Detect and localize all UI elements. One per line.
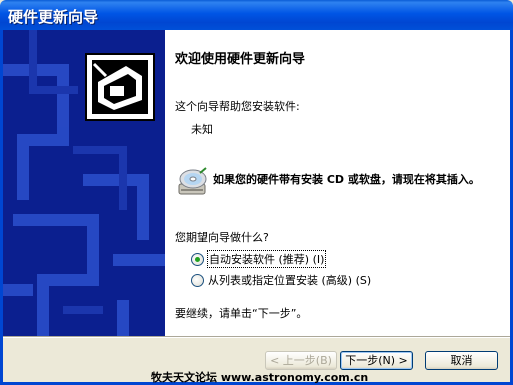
wizard-heading: 欢迎使用硬件更新向导 bbox=[175, 52, 306, 67]
window-title: 硬件更新向导 bbox=[8, 8, 99, 26]
title-bar[interactable]: 硬件更新向导 bbox=[0, 0, 513, 30]
wizard-question: 您期望向导做什么? bbox=[175, 231, 269, 244]
footer-divider bbox=[3, 336, 510, 338]
cd-icon bbox=[178, 167, 207, 195]
next-button[interactable]: 下一步(N) > bbox=[340, 351, 413, 370]
radio-button-list[interactable] bbox=[191, 273, 204, 287]
intro-text: 这个向导帮助您安装软件: bbox=[175, 100, 300, 113]
back-button[interactable]: < 上一步(B) bbox=[265, 351, 337, 370]
cancel-button[interactable]: 取消 bbox=[425, 351, 498, 370]
hardware-icon bbox=[85, 53, 155, 121]
radio-label-auto[interactable]: 自动安装软件 (推荐) (I) bbox=[206, 250, 327, 268]
continue-instruction: 要继续，请单击“下一步”。 bbox=[175, 307, 308, 320]
watermark-text: 牧夫天文论坛 www.astronomy.com.cn bbox=[151, 371, 369, 384]
radio-button-auto[interactable] bbox=[191, 252, 204, 266]
radio-label-list[interactable]: 从列表或指定位置安装 (高级) (S) bbox=[208, 272, 371, 288]
cd-instruction: 如果您的硬件带有安装 CD 或软盘，请现在将其插入。 bbox=[213, 173, 480, 186]
radio-list-install[interactable]: 从列表或指定位置安装 (高级) (S) bbox=[191, 272, 371, 288]
radio-auto-install[interactable]: 自动安装软件 (推荐) (I) bbox=[191, 250, 327, 268]
device-name: 未知 bbox=[191, 123, 213, 136]
